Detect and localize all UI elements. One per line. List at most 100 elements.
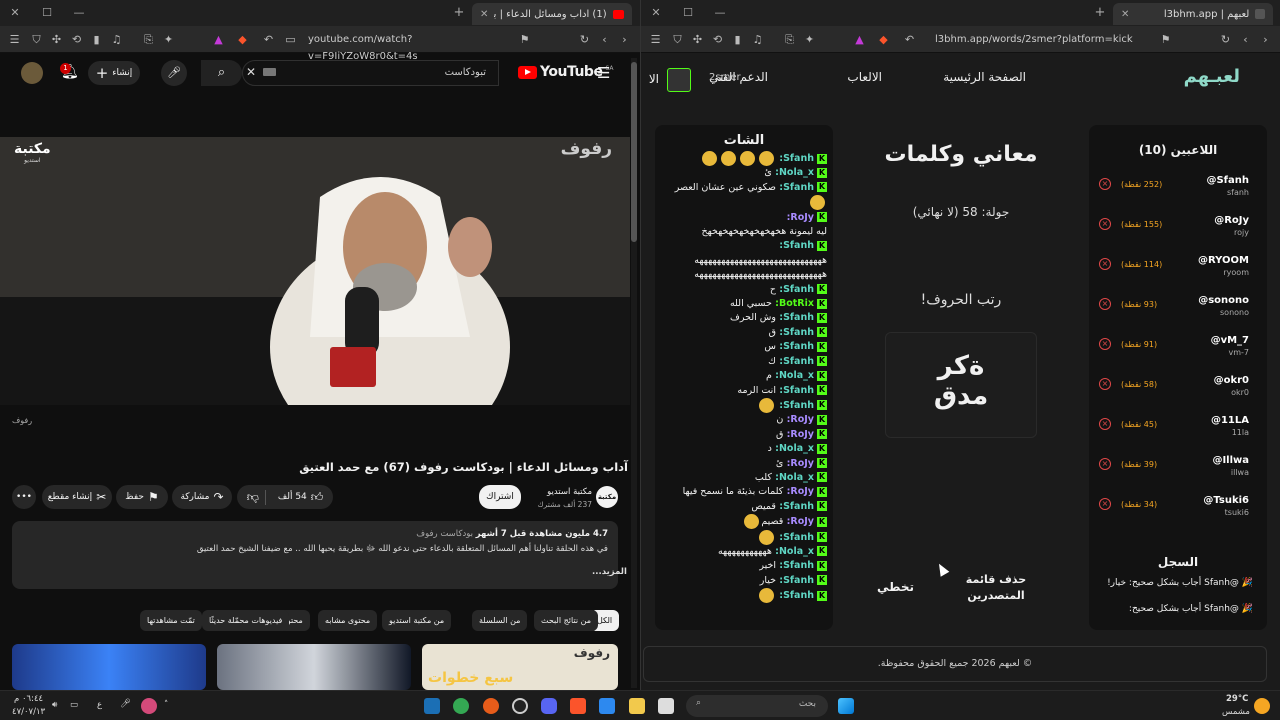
music-icon[interactable]: ♫ <box>751 33 764 46</box>
chat-username[interactable]: Nola_x: <box>772 370 814 381</box>
remove-player-icon[interactable]: × <box>1099 178 1111 190</box>
task-view-icon[interactable] <box>658 698 674 714</box>
shield-icon[interactable]: ⛉ <box>30 33 43 46</box>
brave-icon[interactable] <box>570 698 586 714</box>
maximize-icon[interactable]: ☐ <box>681 6 695 20</box>
steam-icon[interactable] <box>424 698 440 714</box>
more-actions-button[interactable]: ••• <box>12 485 36 509</box>
sidebar-icon[interactable]: ▮ <box>90 33 103 46</box>
share-button[interactable]: ↷ مشاركة <box>172 485 232 509</box>
github-icon[interactable] <box>512 698 528 714</box>
chat-username[interactable]: RoJy: <box>783 516 814 527</box>
search-input[interactable]: تبودكاست <box>242 60 499 86</box>
forward-icon[interactable]: › <box>1259 33 1272 46</box>
brave-shield-icon[interactable]: ◆ <box>877 33 890 46</box>
remove-player-icon[interactable]: × <box>1099 258 1111 270</box>
chat-username[interactable]: Sfanh: <box>776 590 814 601</box>
history-icon[interactable]: ⟲ <box>70 33 83 46</box>
save-button[interactable]: ⚑ حفظ <box>116 485 168 509</box>
description-tag[interactable]: بودكاست رفوف <box>416 529 473 539</box>
extensions-icon[interactable]: ✦ <box>803 33 816 46</box>
create-button[interactable]: إنشاء + <box>88 61 140 85</box>
clear-leaderboard-button[interactable]: حذف قائمة المتصدرين <box>959 572 1033 604</box>
tab-youtube[interactable]: (1) آداب ومسائل الدعاء | بودكا... ✕ <box>472 3 632 25</box>
dislike-button[interactable]: 👎︎ <box>247 489 266 505</box>
chip-watched[interactable]: تمّت مشاهدتها <box>140 610 202 631</box>
chat-username[interactable]: Sfanh: <box>776 341 814 352</box>
remove-player-icon[interactable]: × <box>1099 338 1111 350</box>
reload-icon[interactable]: ↻ <box>1219 33 1232 46</box>
close-window-icon[interactable]: ✕ <box>649 6 663 20</box>
forward-icon[interactable]: › <box>618 33 631 46</box>
chat-username[interactable]: Sfanh: <box>776 400 814 411</box>
chevron-up-icon[interactable]: ˄ <box>164 700 168 710</box>
chat-username[interactable]: Nola_x: <box>772 472 814 483</box>
tab-close-icon[interactable]: ✕ <box>480 9 488 20</box>
chip-recent[interactable]: فيديوهات محمّلة حديثًا <box>202 610 290 631</box>
like-button[interactable]: 👍︎ 54 ألف <box>270 490 323 505</box>
remove-player-icon[interactable]: × <box>1099 378 1111 390</box>
chat-username[interactable]: RoJy: <box>787 212 814 223</box>
related-video-thumbnail[interactable] <box>12 644 206 690</box>
channel-avatar[interactable]: مكتبة <box>596 486 618 508</box>
chat-username[interactable]: RoJy: <box>783 486 814 497</box>
chip-similar[interactable]: محتوى مشابه <box>318 610 378 631</box>
minimize-icon[interactable]: — <box>72 6 86 20</box>
chat-username[interactable]: Sfanh: <box>776 385 814 396</box>
bookmark-icon[interactable]: ⚑ <box>1159 33 1172 46</box>
chat-username[interactable]: Sfanh: <box>776 153 814 164</box>
back-icon[interactable]: ‹ <box>1239 33 1252 46</box>
nav-games[interactable]: الالعاب <box>847 70 882 84</box>
related-video-thumbnail[interactable]: رفوف سبع خطوات <box>422 644 618 690</box>
file-explorer-icon[interactable] <box>629 698 645 714</box>
windows-start-icon[interactable] <box>838 698 854 714</box>
minimize-icon[interactable]: — <box>713 6 727 20</box>
description-box[interactable]: 4.7 مليون مشاهدة قبل 7 أشهر بودكاست رفوف… <box>12 521 627 589</box>
remove-player-icon[interactable]: × <box>1099 218 1111 230</box>
chat-username[interactable]: Sfanh: <box>776 312 814 323</box>
address-bar[interactable]: l3bhm.app/words/2smer?platform=kick <box>935 31 1155 48</box>
guide-menu-icon[interactable]: ☰ <box>597 64 610 82</box>
tab-close-icon[interactable]: ✕ <box>1121 9 1129 20</box>
tray-app-icon[interactable] <box>141 698 157 714</box>
language-indicator[interactable]: ع <box>97 700 102 710</box>
triangle-extension-icon[interactable]: ▲ <box>853 33 866 46</box>
nav-truncated[interactable]: الا <box>641 72 659 86</box>
chat-username[interactable]: Sfanh: <box>776 182 814 193</box>
related-video-thumbnail[interactable] <box>217 644 411 690</box>
remove-player-icon[interactable]: × <box>1099 458 1111 470</box>
user-avatar[interactable] <box>667 68 691 92</box>
chat-username[interactable]: Sfanh: <box>776 575 814 586</box>
undo-icon[interactable]: ↶ <box>262 33 275 46</box>
screenshot-icon[interactable]: ⎘ <box>783 33 796 46</box>
avatar[interactable] <box>21 62 43 84</box>
chat-username[interactable]: Nola_x: <box>772 546 814 557</box>
keyboard-icon[interactable] <box>263 68 276 76</box>
chip-channel[interactable]: من مكتبة استديو <box>382 610 452 631</box>
chat-username[interactable]: Nola_x: <box>772 167 814 178</box>
remove-player-icon[interactable]: × <box>1099 498 1111 510</box>
voice-search-button[interactable]: 🎤︎ <box>161 60 187 86</box>
weather-temperature[interactable]: 29°C <box>1226 694 1248 704</box>
triangle-extension-icon[interactable]: ▲ <box>212 33 225 46</box>
clip-button[interactable]: ✂ إنشاء مقطع <box>42 485 112 509</box>
remove-player-icon[interactable]: × <box>1099 418 1111 430</box>
new-tab-icon[interactable]: + <box>1093 6 1107 20</box>
taskbar-search-box[interactable]: بحث ⌕ <box>686 695 828 717</box>
new-tab-icon[interactable]: + <box>452 6 466 20</box>
music-icon[interactable]: ♫ <box>110 33 123 46</box>
chip-search-results[interactable]: من نتائج البحث <box>534 610 599 631</box>
chat-username[interactable]: Sfanh: <box>776 356 814 367</box>
subscribe-button[interactable]: اشتراك <box>479 485 521 509</box>
chat-username[interactable]: Sfanh: <box>776 532 814 543</box>
clear-search-icon[interactable]: ✕ <box>246 65 256 79</box>
address-bar[interactable]: youtube.com/watch?v=F9IiYZoW8r0&t=4s <box>308 31 498 62</box>
search-button[interactable]: ⌕ <box>201 60 242 86</box>
back-icon[interactable]: ‹ <box>598 33 611 46</box>
chrome-icon[interactable] <box>453 698 469 714</box>
mic-icon[interactable]: 🎤︎ <box>120 699 131 709</box>
chat-username[interactable]: Sfanh: <box>779 240 814 251</box>
site-logo[interactable]: لعبـهم <box>1184 66 1240 87</box>
chat-username[interactable]: BotRix: <box>772 298 814 309</box>
shield-icon[interactable]: ⛉ <box>671 33 684 46</box>
